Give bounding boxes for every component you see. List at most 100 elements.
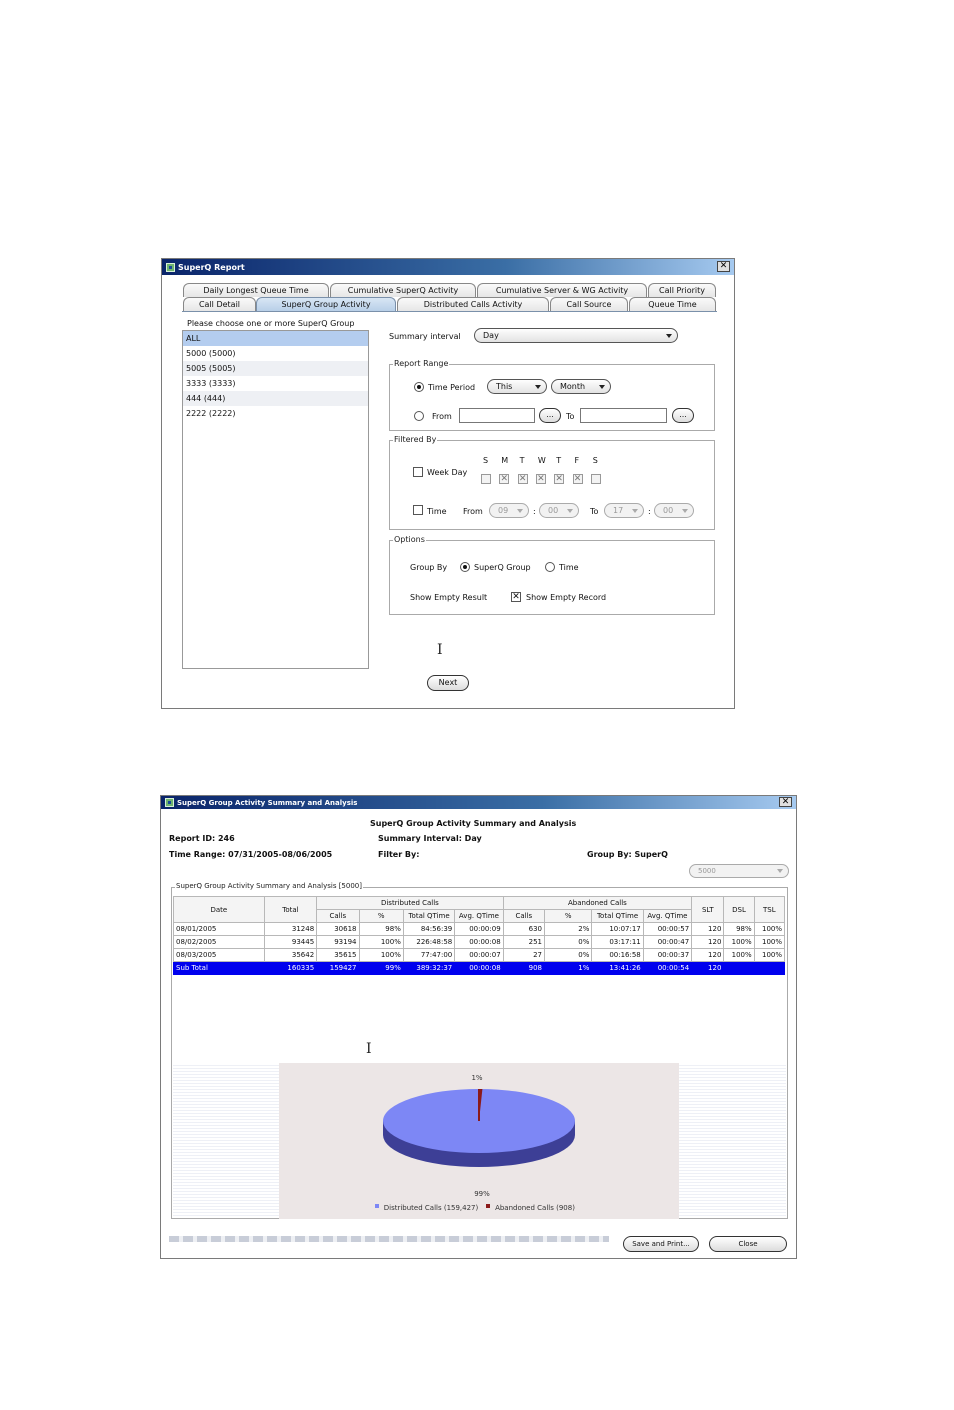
time-to-label: To	[590, 507, 599, 516]
table-row[interactable]: 08/01/2005 31248 30618 98% 84:56:39 00:00:09 6…	[173, 922, 786, 936]
legend-swatch-abandoned	[486, 1204, 490, 1208]
table-cell: 1%	[543, 961, 593, 975]
table-cell: 00:00:47	[642, 935, 693, 949]
list-item[interactable]: 444 (444)	[183, 391, 368, 406]
unit-select[interactable]: Month	[551, 379, 611, 394]
weekday-checkbox-4[interactable]: ✕	[554, 474, 565, 484]
col-dist-avg-qtime[interactable]: Avg. QTime	[454, 909, 504, 923]
col-tsl[interactable]: TSL	[753, 896, 786, 923]
show-empty-record-checkbox[interactable]: ✕	[511, 592, 521, 602]
col-dist-pct[interactable]: %	[358, 909, 404, 923]
time-period-radio[interactable]	[414, 382, 424, 392]
list-item[interactable]: 5005 (5005)	[183, 361, 368, 376]
table-cell: 93445	[263, 935, 318, 949]
to-date-browse-button[interactable]: ...	[672, 408, 694, 423]
close-button[interactable]: Close	[709, 1236, 787, 1252]
table-cell: 10:07:17	[591, 922, 644, 936]
slice-label-abandoned: 1%	[471, 1074, 482, 1082]
tab-divider	[182, 311, 717, 312]
close-window-button[interactable]: ✕	[779, 797, 792, 807]
weekday-checkbox[interactable]	[413, 467, 423, 477]
col-slt[interactable]: SLT	[691, 896, 725, 923]
time-period-label: Time Period	[428, 383, 476, 392]
window-title: SuperQ Report	[178, 262, 245, 272]
report-id: Report ID: 246	[169, 834, 235, 843]
close-window-button[interactable]: ✕	[717, 261, 730, 272]
from-date-field[interactable]	[459, 408, 535, 423]
app-icon	[166, 262, 175, 272]
subtotal-row[interactable]: Sub Total 160335 159427 99% 389:32:37 00:00:0…	[173, 961, 786, 975]
table-cell: 159427	[316, 961, 360, 975]
tab-call-source[interactable]: Call Source	[550, 297, 628, 311]
save-and-print-button[interactable]: Save and Print...	[623, 1236, 699, 1252]
table-cell: 00:16:58	[591, 948, 644, 962]
tab-cumulative-superq-activity[interactable]: Cumulative SuperQ Activity	[330, 283, 476, 297]
summary-interval-select[interactable]: Day	[474, 328, 678, 343]
table-cell: 93194	[316, 935, 360, 949]
table-cell	[753, 961, 786, 975]
weekday-checkbox-6[interactable]	[590, 474, 601, 484]
time-colon: :	[648, 507, 651, 516]
to-date-field[interactable]	[580, 408, 667, 423]
tab-superq-group-activity[interactable]: SuperQ Group Activity	[256, 297, 396, 311]
weekday-checkbox-1[interactable]: ✕	[499, 474, 510, 484]
period-value: This	[496, 382, 513, 391]
col-ab-total-qtime[interactable]: Total QTime	[591, 909, 644, 923]
tab-call-priority[interactable]: Call Priority	[648, 283, 716, 297]
col-ab-pct[interactable]: %	[543, 909, 593, 923]
show-empty-record-label: Show Empty Record	[526, 593, 607, 602]
table-cell: 100%	[723, 935, 755, 949]
tab-call-detail[interactable]: Call Detail	[183, 297, 256, 311]
table-cell: 98%	[358, 922, 404, 936]
table-cell: 100%	[358, 948, 404, 962]
col-ab-calls[interactable]: Calls	[502, 909, 545, 923]
tab-cumulative-server-wg-activity[interactable]: Cumulative Server & WG Activity	[477, 283, 647, 297]
legend-label-distributed: Distributed Calls (159,427)	[384, 1204, 479, 1212]
list-item[interactable]: ALL	[183, 331, 368, 346]
from-date-browse-button[interactable]: ...	[539, 408, 561, 423]
col-group-abandoned: Abandoned Calls	[502, 896, 693, 910]
from-hour-select[interactable]: 09	[489, 503, 529, 518]
tab-queue-time[interactable]: Queue Time	[629, 297, 716, 311]
col-date[interactable]: Date	[173, 896, 265, 923]
table-row[interactable]: 08/02/2005 93445 93194 100% 226:48:58 00:00:0…	[173, 935, 786, 949]
group-select[interactable]: 5000	[689, 864, 789, 878]
table-cell: 908	[502, 961, 545, 975]
weekday-checkbox-5[interactable]: ✕	[572, 474, 583, 484]
table-cell: 100%	[753, 935, 786, 949]
to-hour-select[interactable]: 17	[604, 503, 644, 518]
weekday-letter: S	[592, 456, 598, 465]
slice-label-distributed: 99%	[474, 1190, 490, 1198]
list-item[interactable]: 3333 (3333)	[183, 376, 368, 391]
col-total[interactable]: Total	[263, 896, 318, 923]
from-minute-select[interactable]: 00	[539, 503, 579, 518]
from-range-radio[interactable]	[414, 411, 424, 421]
table-cell: 00:00:09	[454, 922, 504, 936]
tab-daily-longest-queue-time[interactable]: Daily Longest Queue Time	[183, 283, 329, 297]
table-cell: 00:00:57	[642, 922, 693, 936]
time-checkbox[interactable]	[413, 505, 423, 515]
tab-distributed-calls-activity[interactable]: Distributed Calls Activity	[397, 297, 549, 311]
col-dsl[interactable]: DSL	[723, 896, 755, 923]
list-item[interactable]: 5000 (5000)	[183, 346, 368, 361]
table-body: 08/01/2005 31248 30618 98% 84:56:39 00:00:09 6…	[173, 922, 786, 975]
filtered-by-title: Filtered By	[393, 435, 438, 444]
weekday-checkbox-2[interactable]: ✕	[517, 474, 528, 484]
group-by-time-radio[interactable]	[545, 562, 555, 572]
col-ab-avg-qtime[interactable]: Avg. QTime	[642, 909, 693, 923]
weekday-letter: F	[574, 456, 580, 465]
weekday-checkbox-0[interactable]	[481, 474, 491, 484]
list-item[interactable]: 2222 (2222)	[183, 406, 368, 421]
table-cell: 389:32:37	[402, 961, 456, 975]
table-cell: 35642	[263, 948, 318, 962]
next-button[interactable]: Next	[427, 675, 469, 691]
weekday-checkbox-3[interactable]: ✕	[535, 474, 546, 484]
period-select[interactable]: This	[487, 379, 547, 394]
col-dist-total-qtime[interactable]: Total QTime	[402, 909, 456, 923]
table-row[interactable]: 08/03/2005 35642 35615 100% 77:47:00 00:00:07…	[173, 948, 786, 962]
superq-group-list[interactable]: ALL 5000 (5000) 5005 (5005) 3333 (3333) …	[182, 330, 369, 669]
to-minute-select[interactable]: 00	[654, 503, 694, 518]
col-dist-calls[interactable]: Calls	[316, 909, 360, 923]
group-by-superq-radio[interactable]	[460, 562, 470, 572]
table-cell: 226:48:58	[402, 935, 456, 949]
